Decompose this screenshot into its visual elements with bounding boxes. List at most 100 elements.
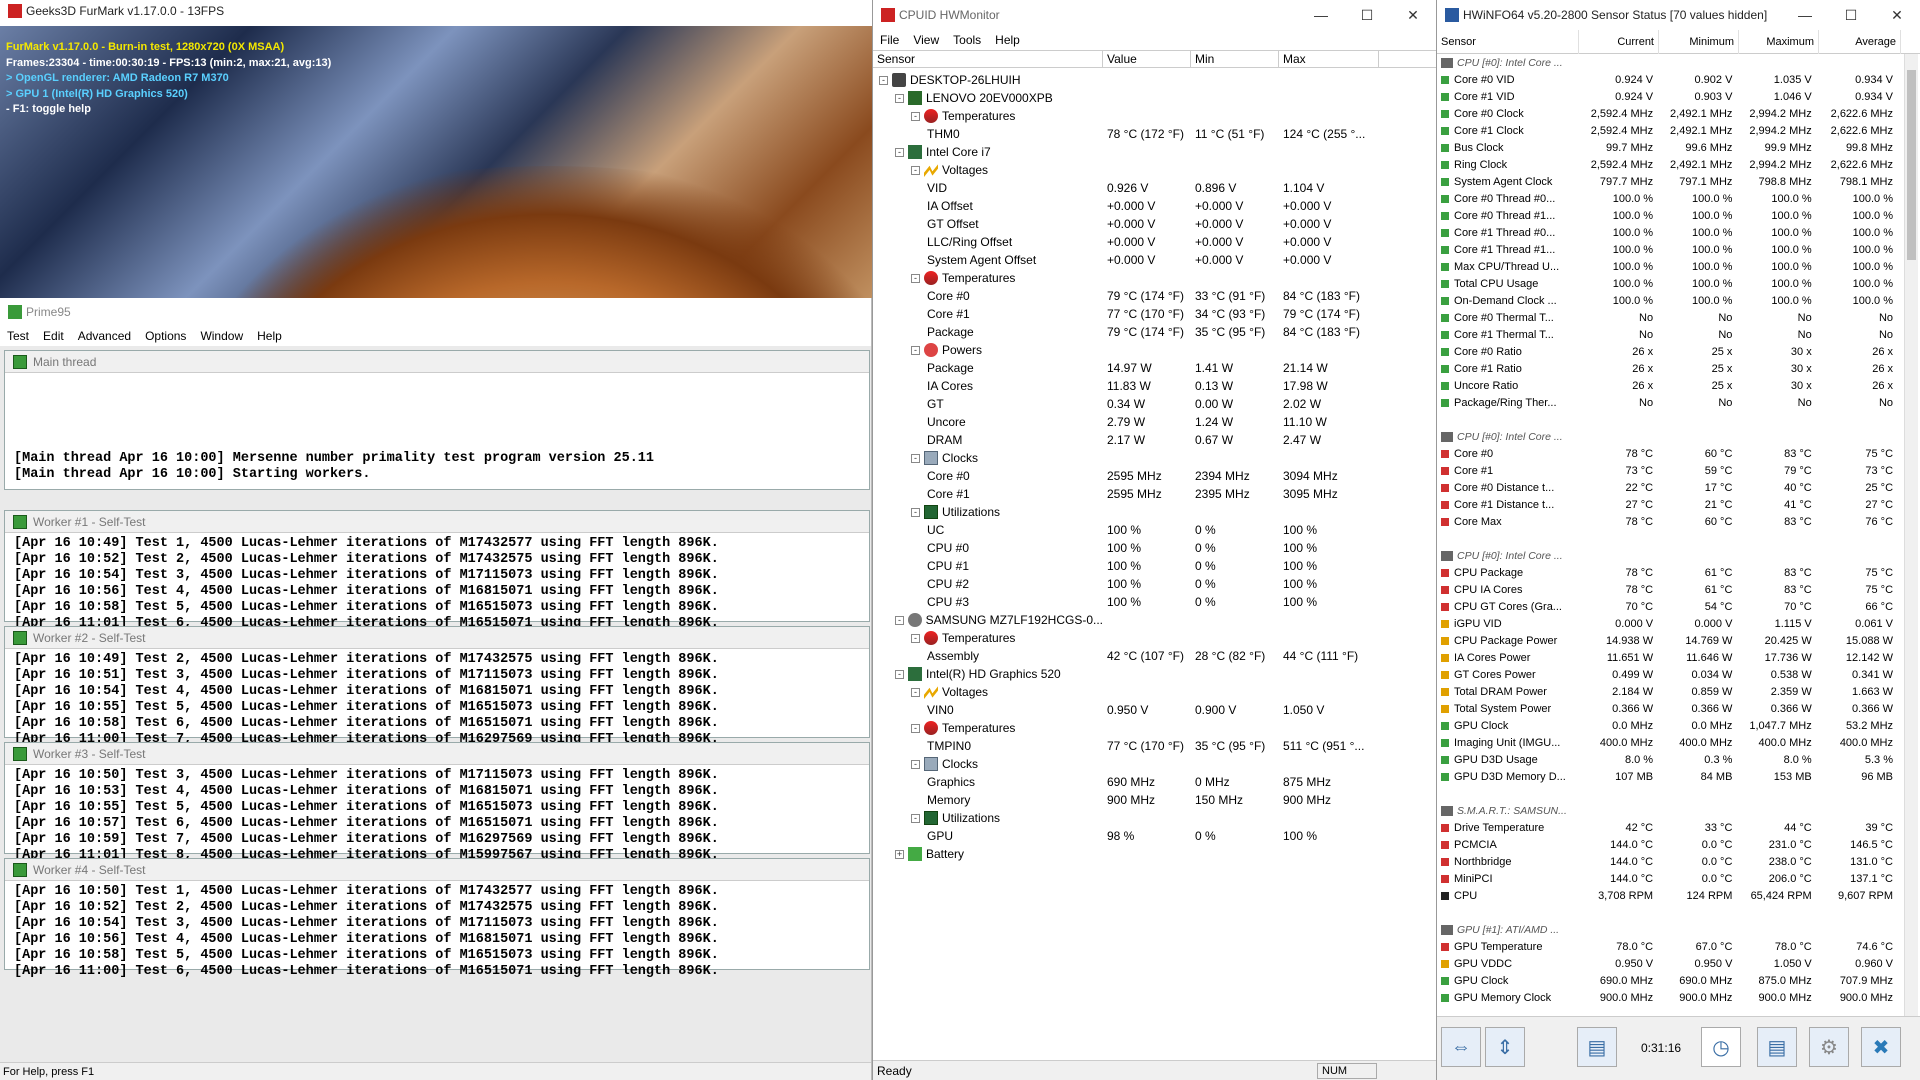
- sensor-row[interactable]: Northbridge 144.0 °C 0.0 °C 238.0 °C 131.0 °…: [1437, 853, 1897, 870]
- sensor-group-header[interactable]: GPU [#1]: ATI/AMD ...: [1437, 921, 1897, 938]
- hwinfo-titlebar[interactable]: HWiNFO64 v5.20-2800 Sensor Status [70 va…: [1437, 0, 1920, 30]
- sensor-row[interactable]: - Intel(R) HD Graphics 520: [873, 665, 1436, 683]
- sensor-row[interactable]: - Temperatures: [873, 107, 1436, 125]
- sensor-row[interactable]: CPU #2 100 % 0 % 100 %: [873, 575, 1436, 593]
- sensor-row[interactable]: CPU Package 78 °C 61 °C 83 °C 75 °C: [1437, 564, 1897, 581]
- sensor-row[interactable]: GPU D3D Usage 8.0 % 0.3 % 8.0 % 5.3 %: [1437, 751, 1897, 768]
- col-max[interactable]: Max: [1279, 51, 1379, 67]
- collapse-toggle-icon[interactable]: -: [911, 687, 920, 697]
- sensor-row[interactable]: UC 100 % 0 % 100 %: [873, 521, 1436, 539]
- menu-test[interactable]: Test: [0, 329, 36, 343]
- sensor-row[interactable]: + Battery: [873, 845, 1436, 863]
- sensor-row[interactable]: Core #1 VID 0.924 V 0.903 V 1.046 V 0.934 V: [1437, 88, 1897, 105]
- sensor-group-header[interactable]: CPU [#0]: Intel Core ...: [1437, 428, 1897, 445]
- sensor-row[interactable]: Core #0 2595 MHz 2394 MHz 3094 MHz: [873, 467, 1436, 485]
- sensor-row[interactable]: GPU Memory Clock 900.0 MHz 900.0 MHz 900.0 …: [1437, 989, 1897, 1006]
- sensor-row[interactable]: System Agent Offset +0.000 V +0.000 V +0.00…: [873, 251, 1436, 269]
- prime95-titlebar[interactable]: Prime95: [0, 298, 871, 326]
- sensor-row[interactable]: GT Cores Power 0.499 W 0.034 W 0.538 W 0.341…: [1437, 666, 1897, 683]
- sensor-row[interactable]: Core #1 Thread #0... 100.0 % 100.0 % 100.0 …: [1437, 224, 1897, 241]
- menu-window[interactable]: Window: [193, 329, 250, 343]
- collapse-toggle-icon[interactable]: -: [895, 93, 904, 103]
- sensor-row[interactable]: Core #1 Thermal T... No No No No: [1437, 326, 1897, 343]
- collapse-toggle-icon[interactable]: -: [879, 75, 888, 85]
- sensor-row[interactable]: Core #0 78 °C 60 °C 83 °C 75 °C: [1437, 445, 1897, 462]
- sensor-row[interactable]: Core Max 78 °C 60 °C 83 °C 76 °C: [1437, 513, 1897, 530]
- worker-pane[interactable]: Worker #3 - Self-Test [Apr 16 10:50] Test…: [4, 742, 870, 863]
- sensor-row[interactable]: Imaging Unit (IMGU... 400.0 MHz 400.0 MHz 4…: [1437, 734, 1897, 751]
- sensor-tree[interactable]: - DESKTOP-26LHUIH - LENOVO 20EV000XPB - Tempe…: [873, 68, 1436, 863]
- sensor-row[interactable]: - Voltages: [873, 683, 1436, 701]
- sensor-row[interactable]: TMPIN0 77 °C (170 °F) 35 °C (95 °F) 511 °C …: [873, 737, 1436, 755]
- sensor-row[interactable]: PCMCIA 144.0 °C 0.0 °C 231.0 °C 146.5 °C: [1437, 836, 1897, 853]
- sensor-table[interactable]: CPU [#0]: Intel Core ... Core #0 VID 0.924…: [1437, 54, 1897, 1016]
- collapse-toggle-icon[interactable]: -: [911, 273, 920, 283]
- sensor-row[interactable]: IA Cores 11.83 W 0.13 W 17.98 W: [873, 377, 1436, 395]
- sensor-row[interactable]: Core #0 Thread #1... 100.0 % 100.0 % 100.0 …: [1437, 207, 1897, 224]
- sensor-row[interactable]: GPU D3D Memory D... 107 MB 84 MB 153 MB 96 M…: [1437, 768, 1897, 785]
- scrollbar-thumb[interactable]: [1907, 70, 1916, 260]
- maximize-icon[interactable]: ☐: [1828, 0, 1874, 30]
- sensor-row[interactable]: Max CPU/Thread U... 100.0 % 100.0 % 100.0 %…: [1437, 258, 1897, 275]
- col-average[interactable]: Average: [1819, 29, 1901, 54]
- sensor-row[interactable]: Core #1 Distance t... 27 °C 21 °C 41 °C 27 °…: [1437, 496, 1897, 513]
- sensor-row[interactable]: Core #0 Clock 2,592.4 MHz 2,492.1 MHz 2,994…: [1437, 105, 1897, 122]
- sensor-row[interactable]: Total CPU Usage 100.0 % 100.0 % 100.0 % 100.…: [1437, 275, 1897, 292]
- collapse-toggle-icon[interactable]: -: [895, 615, 904, 625]
- sensor-row[interactable]: VID 0.926 V 0.896 V 1.104 V: [873, 179, 1436, 197]
- menu-file[interactable]: File: [873, 33, 906, 47]
- sensor-row[interactable]: CPU #0 100 % 0 % 100 %: [873, 539, 1436, 557]
- network-icon[interactable]: ▤: [1577, 1027, 1617, 1067]
- hwmonitor-titlebar[interactable]: CPUID HWMonitor — ☐ ✕: [873, 0, 1436, 30]
- sensor-row[interactable]: Package 79 °C (174 °F) 35 °C (95 °F) 84 °C …: [873, 323, 1436, 341]
- close-icon[interactable]: ✕: [1390, 0, 1436, 30]
- minimize-icon[interactable]: —: [1782, 0, 1828, 30]
- furmark-titlebar[interactable]: Geeks3D FurMark v1.17.0.0 - 13FPS: [0, 0, 872, 22]
- collapse-toggle-icon[interactable]: -: [911, 759, 920, 769]
- sensor-row[interactable]: - SAMSUNG MZ7LF192HCGS-0...: [873, 611, 1436, 629]
- sensor-row[interactable]: CPU #3 100 % 0 % 100 %: [873, 593, 1436, 611]
- close-icon[interactable]: ✕: [1874, 0, 1920, 30]
- expand-toggle-icon[interactable]: +: [895, 849, 904, 859]
- sensor-row[interactable]: Package 14.97 W 1.41 W 21.14 W: [873, 359, 1436, 377]
- sensor-row[interactable]: LLC/Ring Offset +0.000 V +0.000 V +0.000 V: [873, 233, 1436, 251]
- sensor-group-header[interactable]: CPU [#0]: Intel Core ...: [1437, 547, 1897, 564]
- sensor-row[interactable]: - Voltages: [873, 161, 1436, 179]
- sensor-row[interactable]: GPU VDDC 0.950 V 0.950 V 1.050 V 0.960 V: [1437, 955, 1897, 972]
- sensor-row[interactable]: - Utilizations: [873, 809, 1436, 827]
- sensor-row[interactable]: iGPU VID 0.000 V 0.000 V 1.115 V 0.061 V: [1437, 615, 1897, 632]
- menu-advanced[interactable]: Advanced: [71, 329, 138, 343]
- sensor-row[interactable]: CPU IA Cores 78 °C 61 °C 83 °C 75 °C: [1437, 581, 1897, 598]
- menu-options[interactable]: Options: [138, 329, 193, 343]
- collapse-toggle-icon[interactable]: -: [911, 813, 920, 823]
- sensor-row[interactable]: - DESKTOP-26LHUIH: [873, 71, 1436, 89]
- expand-arrows-icon[interactable]: ⇔: [1441, 1027, 1481, 1067]
- col-value[interactable]: Value: [1103, 51, 1191, 67]
- sensor-row[interactable]: CPU GT Cores (Gra... 70 °C 54 °C 70 °C 66 °C: [1437, 598, 1897, 615]
- collapse-toggle-icon[interactable]: -: [911, 507, 920, 517]
- sensor-row[interactable]: - Temperatures: [873, 269, 1436, 287]
- sensor-row[interactable]: IA Cores Power 11.651 W 11.646 W 17.736 W 12…: [1437, 649, 1897, 666]
- menu-view[interactable]: View: [906, 33, 946, 47]
- worker-pane[interactable]: Worker #2 - Self-Test [Apr 16 10:49] Test…: [4, 626, 870, 747]
- sensor-row[interactable]: Assembly 42 °C (107 °F) 28 °C (82 °F) 44 °C…: [873, 647, 1436, 665]
- sensor-row[interactable]: Core #1 2595 MHz 2395 MHz 3095 MHz: [873, 485, 1436, 503]
- sensor-row[interactable]: GPU Clock 690.0 MHz 690.0 MHz 875.0 MHz 707.…: [1437, 972, 1897, 989]
- sensor-row[interactable]: Core #1 Thread #1... 100.0 % 100.0 % 100.0 …: [1437, 241, 1897, 258]
- worker-pane[interactable]: Worker #1 - Self-Test [Apr 16 10:49] Test…: [4, 510, 870, 631]
- sensor-row[interactable]: - Clocks: [873, 755, 1436, 773]
- col-minimum[interactable]: Minimum: [1659, 29, 1739, 54]
- sensor-row[interactable]: GT 0.34 W 0.00 W 2.02 W: [873, 395, 1436, 413]
- sensor-row[interactable]: - LENOVO 20EV000XPB: [873, 89, 1436, 107]
- settings-gear-icon[interactable]: ⚙: [1809, 1027, 1849, 1067]
- sensor-row[interactable]: Uncore 2.79 W 1.24 W 11.10 W: [873, 413, 1436, 431]
- sensor-row[interactable]: Drive Temperature 42 °C 33 °C 44 °C 39 °C: [1437, 819, 1897, 836]
- sensor-row[interactable]: THM0 78 °C (172 °F) 11 °C (51 °F) 124 °C (2…: [873, 125, 1436, 143]
- sensor-row[interactable]: Memory 900 MHz 150 MHz 900 MHz: [873, 791, 1436, 809]
- sensor-row[interactable]: Uncore Ratio 26 x 25 x 30 x 26 x: [1437, 377, 1897, 394]
- menu-tools[interactable]: Tools: [946, 33, 988, 47]
- sensor-row[interactable]: Total System Power 0.366 W 0.366 W 0.366 W 0…: [1437, 700, 1897, 717]
- sensor-row[interactable]: GPU Temperature 78.0 °C 67.0 °C 78.0 °C 74.6…: [1437, 938, 1897, 955]
- sensor-row[interactable]: Core #1 77 °C (170 °F) 34 °C (93 °F) 79 °C …: [873, 305, 1436, 323]
- collapse-toggle-icon[interactable]: -: [911, 345, 920, 355]
